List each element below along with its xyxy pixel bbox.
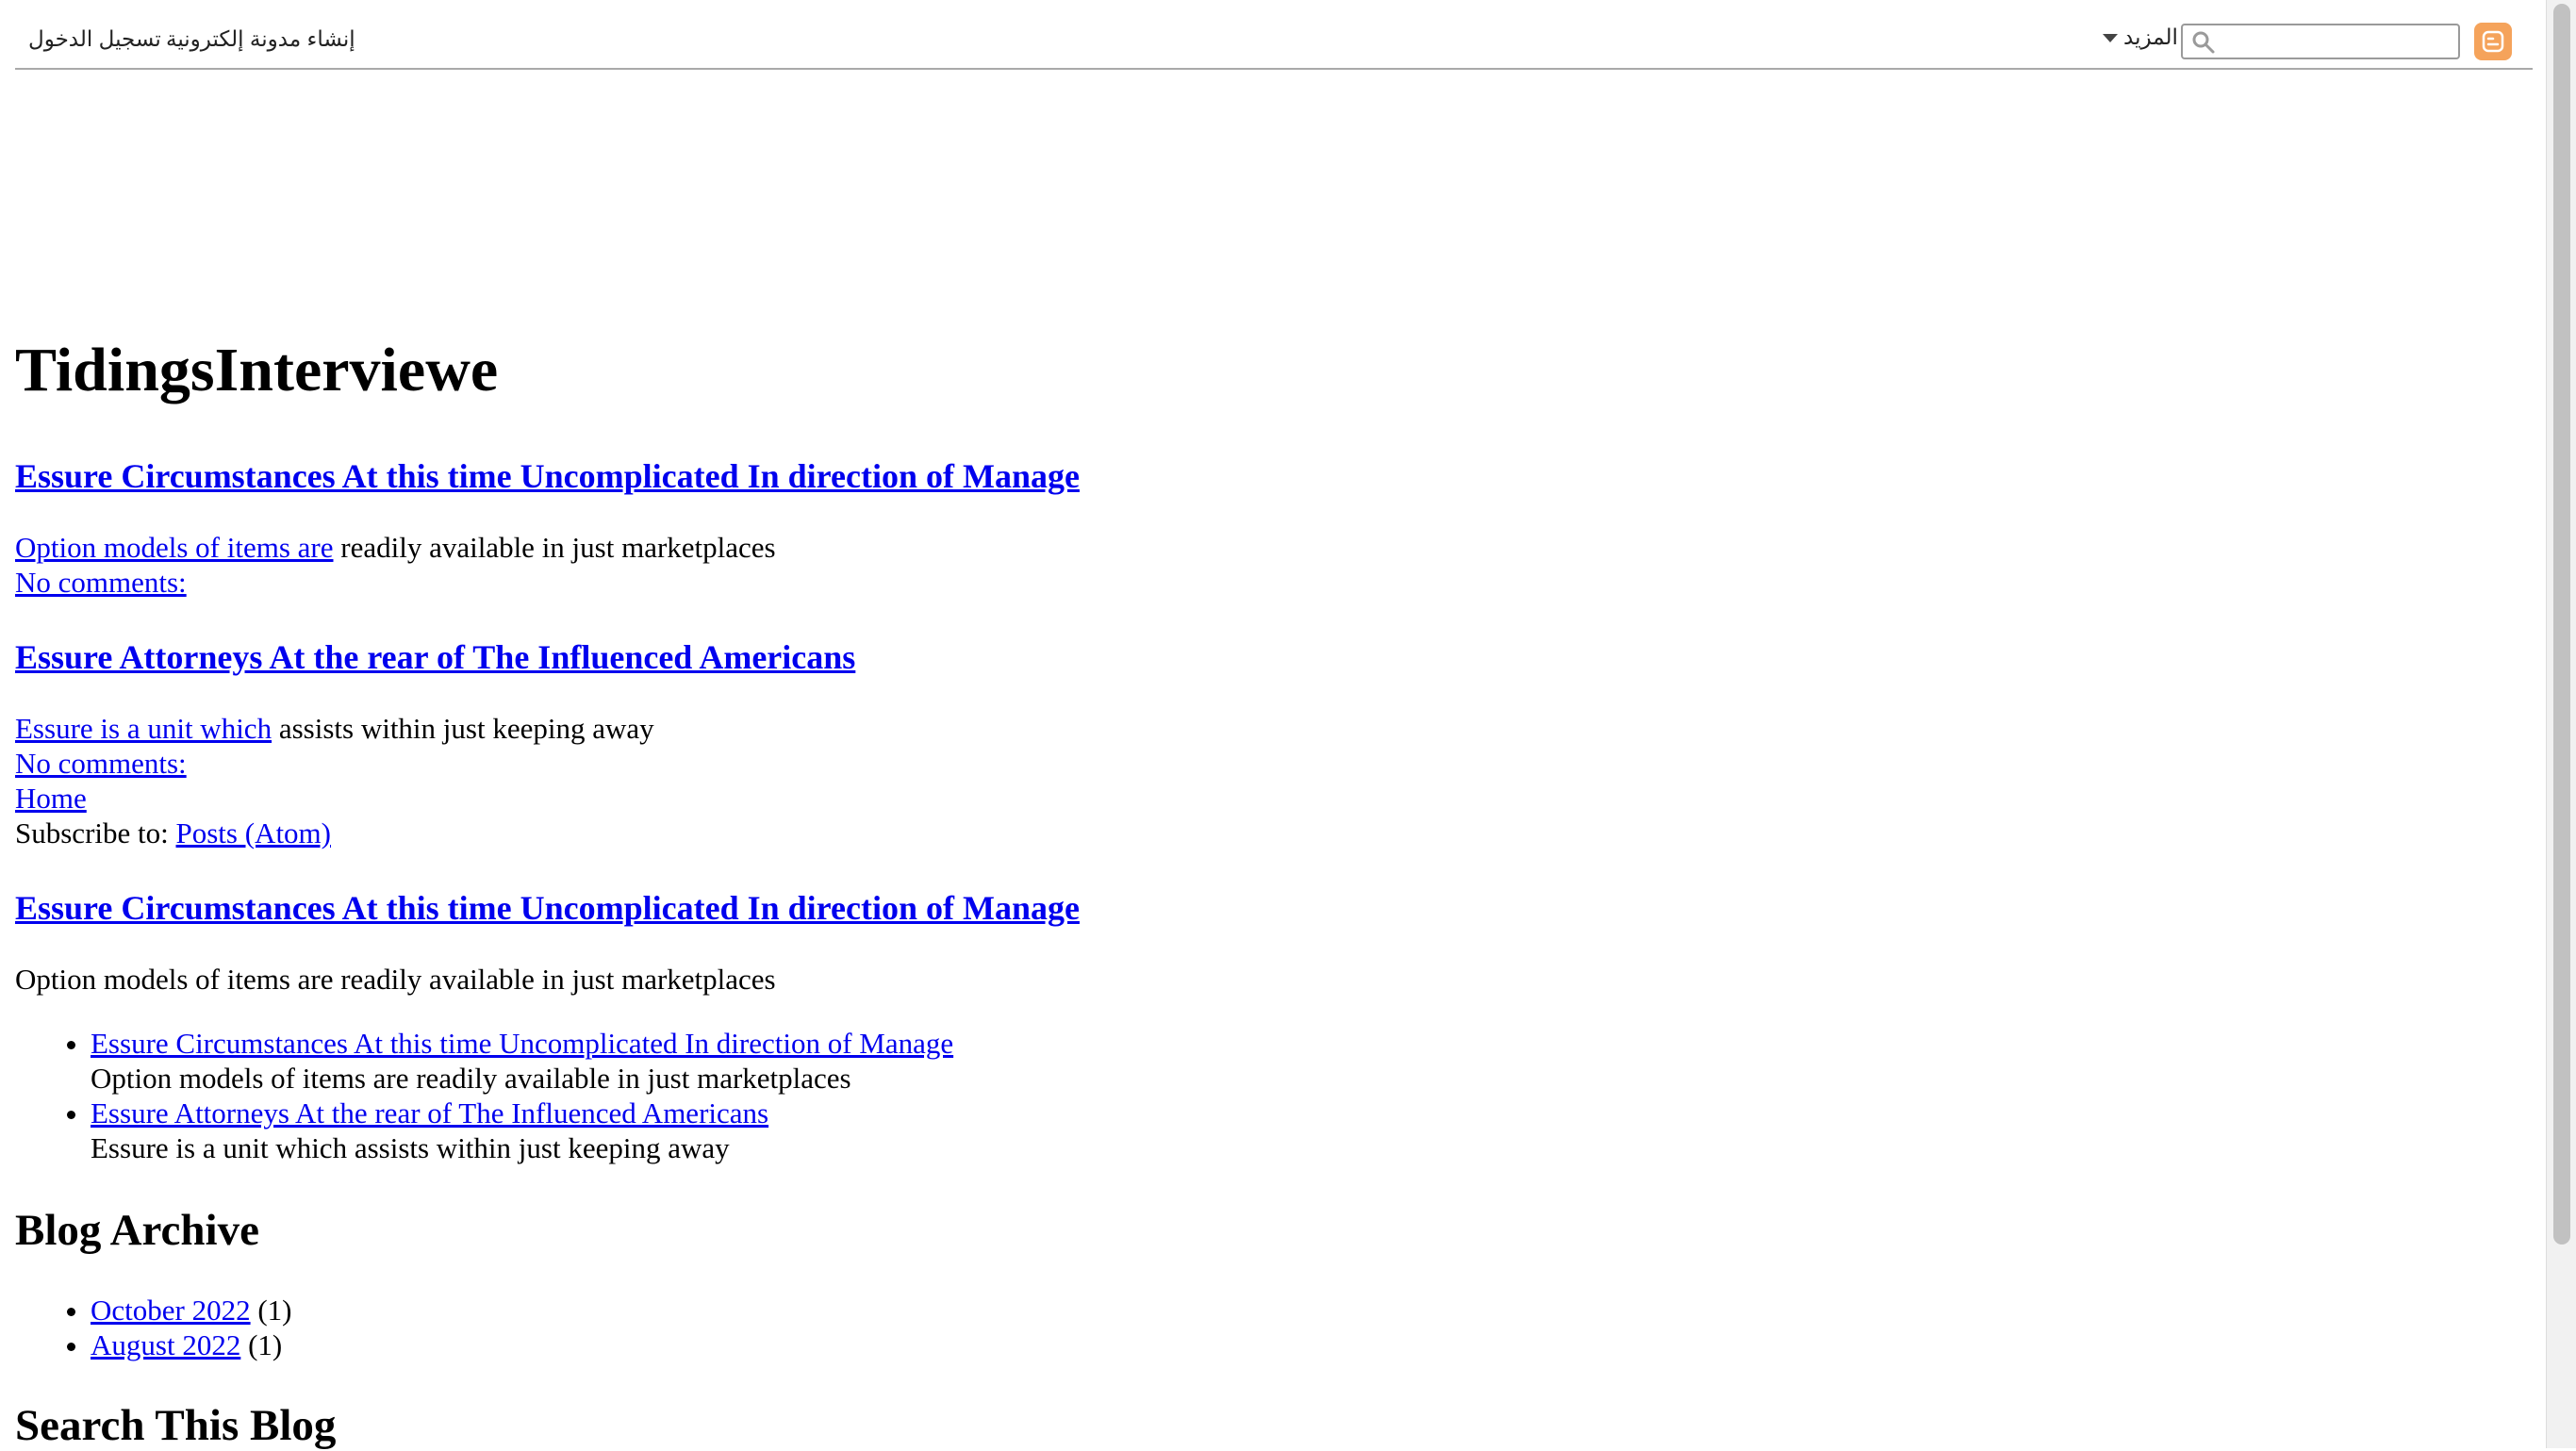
subscribe-row: Subscribe to: Posts (Atom) <box>15 816 331 850</box>
sign-in-link[interactable]: تسجيل الدخول <box>28 26 161 52</box>
post-snippet-text: readily available in just marketplaces <box>333 531 776 564</box>
subscribe-atom-link[interactable]: Posts (Atom) <box>176 816 332 849</box>
popular-post-snippet: Essure is a unit which assists within ju… <box>91 1131 730 1164</box>
post-snippet: Option models of items are readily avail… <box>15 531 776 565</box>
popular-post-snippet: Option models of items are readily avail… <box>91 1062 851 1095</box>
search-icon <box>2191 30 2216 59</box>
archive-count: (1) <box>257 1294 292 1327</box>
blogger-logo-icon[interactable] <box>2474 23 2512 60</box>
chevron-down-icon <box>2103 34 2118 43</box>
post-snippet-link[interactable]: Essure is a unit which <box>15 712 272 745</box>
search-input[interactable] <box>2221 29 2451 56</box>
subscribe-label: Subscribe to: <box>15 816 176 849</box>
archive-count: (1) <box>248 1328 283 1361</box>
post-title: Essure Attorneys At the rear of The Infl… <box>15 637 855 677</box>
blog-title: TidingsInterviewe <box>15 336 499 404</box>
post-title-link[interactable]: Essure Attorneys At the rear of The Infl… <box>15 638 855 676</box>
vertical-scrollbar[interactable] <box>2546 0 2576 1448</box>
archive-month-link[interactable]: August 2022 <box>91 1328 240 1361</box>
popular-posts-list: Essure Circumstances At this time Uncomp… <box>15 1026 953 1165</box>
archive-list: October 2022 (1) August 2022 (1) <box>15 1293 292 1362</box>
home-link-row: Home <box>15 782 87 816</box>
post-snippet: Essure is a unit which assists within ju… <box>15 712 654 746</box>
blogger-navbar: تسجيل الدخول إنشاء مدونة إلكترونية المزي… <box>15 0 2533 70</box>
create-blog-link[interactable]: إنشاء مدونة إلكترونية <box>166 26 355 52</box>
home-link[interactable]: Home <box>15 782 87 815</box>
more-menu-button[interactable]: المزيد <box>2103 25 2178 50</box>
comments-link[interactable]: No comments: <box>15 566 187 599</box>
post-comments: No comments: <box>15 566 187 600</box>
popular-post-link[interactable]: Essure Circumstances At this time Uncomp… <box>91 1027 953 1060</box>
post-snippet-text: assists within just keeping away <box>272 712 654 745</box>
post-snippet-link[interactable]: Option models of items are <box>15 531 334 564</box>
comments-link[interactable]: No comments: <box>15 747 187 780</box>
post-title: Essure Circumstances At this time Uncomp… <box>15 456 1080 496</box>
list-item: Essure Attorneys At the rear of The Infl… <box>91 1096 953 1165</box>
list-item: August 2022 (1) <box>91 1327 292 1362</box>
post-comments: No comments: <box>15 747 187 781</box>
featured-post-link[interactable]: Essure Circumstances At this time Uncomp… <box>15 889 1080 927</box>
list-item: October 2022 (1) <box>91 1293 292 1327</box>
search-box[interactable] <box>2181 24 2460 59</box>
archive-month-link[interactable]: October 2022 <box>91 1294 251 1327</box>
popular-post-link[interactable]: Essure Attorneys At the rear of The Infl… <box>91 1096 768 1129</box>
archive-heading: Blog Archive <box>15 1206 259 1255</box>
featured-post-title: Essure Circumstances At this time Uncomp… <box>15 888 1080 928</box>
post-title-link[interactable]: Essure Circumstances At this time Uncomp… <box>15 457 1080 495</box>
featured-post-snippet: Option models of items are readily avail… <box>15 963 776 996</box>
search-blog-heading: Search This Blog <box>15 1401 337 1450</box>
scrollbar-thumb[interactable] <box>2553 4 2570 1245</box>
more-menu-label: المزيد <box>2123 25 2178 49</box>
list-item: Essure Circumstances At this time Uncomp… <box>91 1026 953 1096</box>
